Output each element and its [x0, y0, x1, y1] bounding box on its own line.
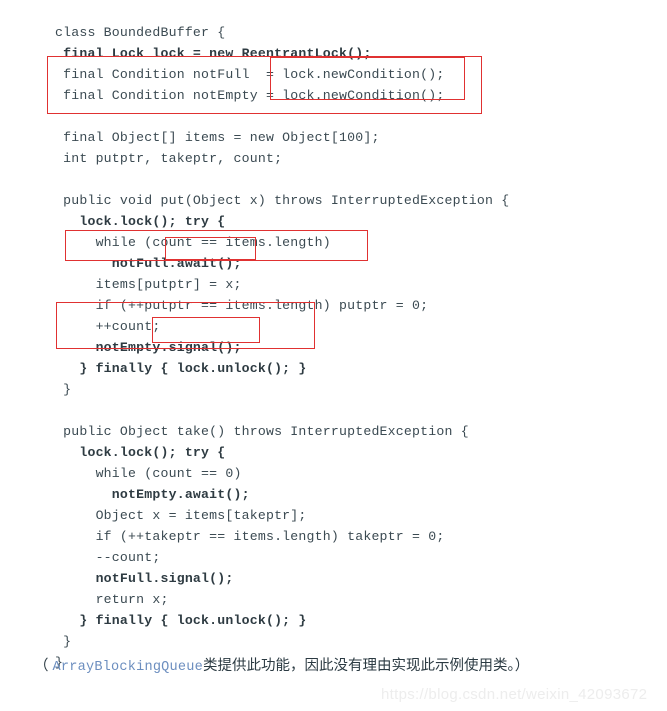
code-line: lock.lock(); try { [55, 445, 226, 460]
caption-body: 类提供此功能，因此没有理由实现此示例使用类。） [202, 658, 530, 674]
code-line: } [55, 634, 72, 649]
code-line: while (count == 0) [55, 466, 242, 481]
code-line: final Condition notEmpty = lock.newCondi… [55, 88, 445, 103]
code-line: notFull.await(); [55, 256, 242, 271]
code-line: public void put(Object x) throws Interru… [55, 193, 510, 208]
code-line: notFull.signal(); [55, 571, 234, 586]
java-code-listing: class BoundedBuffer { final Lock lock = … [55, 22, 615, 673]
document-page: class BoundedBuffer { final Lock lock = … [0, 0, 667, 711]
code-line: if (++putptr == items.length) putptr = 0… [55, 298, 429, 313]
code-line: items[putptr] = x; [55, 277, 242, 292]
code-line: while (count == items.length) [55, 235, 331, 250]
code-line: Object x = items[takeptr]; [55, 508, 307, 523]
code-line: int putptr, takeptr, count; [55, 151, 283, 166]
code-line: ++count; [55, 319, 161, 334]
code-line: } finally { lock.unlock(); } [55, 361, 307, 376]
code-line: final Condition notFull = lock.newCondit… [55, 67, 445, 82]
caption-text: （ ArrayBlockingQueue类提供此功能，因此没有理由实现此示例使用… [34, 655, 529, 679]
code-line: notEmpty.await(); [55, 487, 250, 502]
caption-class-name: ArrayBlockingQueue [52, 660, 203, 675]
code-line: } finally { lock.unlock(); } [55, 613, 307, 628]
code-line: notEmpty.signal(); [55, 340, 242, 355]
code-line: final Lock lock = new ReentrantLock(); [55, 46, 372, 61]
code-line: } [55, 382, 72, 397]
code-line: lock.lock(); try { [55, 214, 226, 229]
code-line: return x; [55, 592, 169, 607]
code-line: --count; [55, 550, 161, 565]
csdn-watermark: https://blog.csdn.net/weixin_42093672 [381, 686, 648, 703]
code-line: final Object[] items = new Object[100]; [55, 130, 380, 145]
code-line: if (++takeptr == items.length) takeptr =… [55, 529, 445, 544]
code-line: public Object take() throws InterruptedE… [55, 424, 469, 439]
code-line: class BoundedBuffer { [55, 25, 226, 40]
caption-open-paren: （ [34, 658, 53, 674]
